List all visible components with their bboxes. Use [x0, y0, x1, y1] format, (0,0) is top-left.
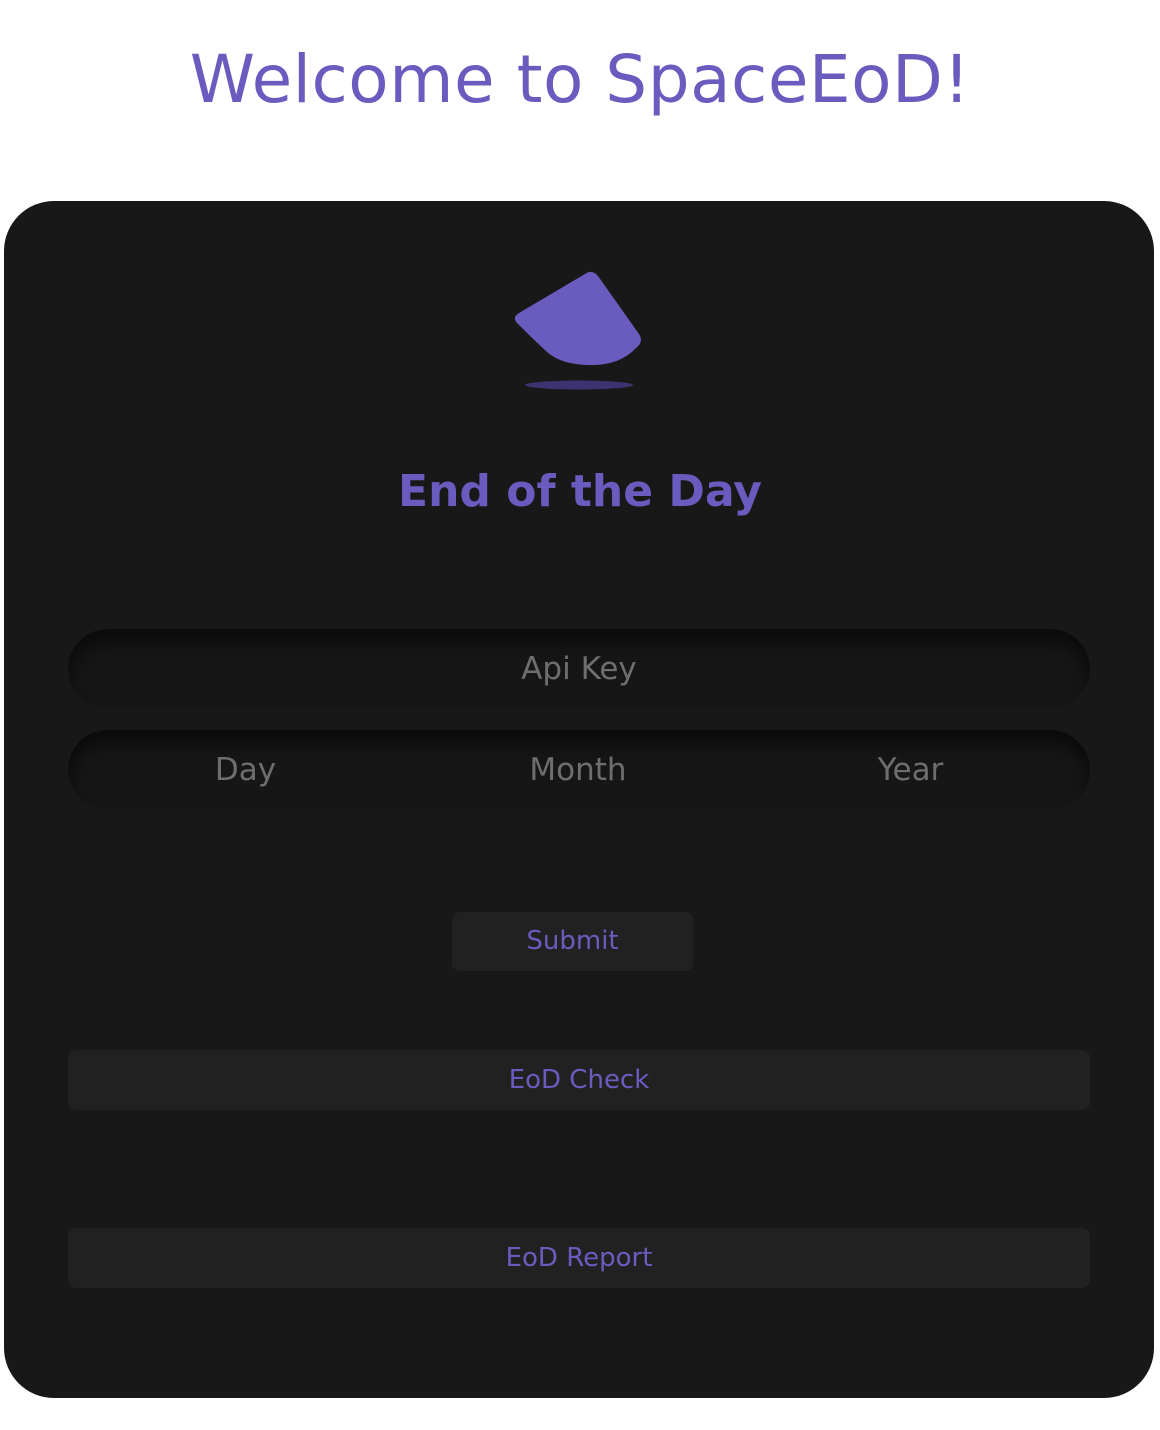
- day-input[interactable]: [78, 730, 413, 810]
- box-logo-icon: [514, 271, 641, 390]
- page-title: Welcome to SpaceEoD!: [189, 41, 971, 118]
- api-key-field: [68, 629, 1090, 709]
- year-part: [743, 730, 1078, 810]
- month-input[interactable]: [413, 730, 743, 810]
- month-part: [413, 730, 743, 810]
- year-input[interactable]: [743, 730, 1078, 810]
- submit-button[interactable]: Submit: [452, 912, 693, 971]
- date-field: [68, 730, 1090, 810]
- eod-report-button[interactable]: EoD Report: [68, 1228, 1090, 1288]
- api-key-input[interactable]: [68, 629, 1090, 709]
- day-part: [78, 730, 413, 810]
- card-title: End of the Day: [398, 466, 762, 517]
- eod-check-button[interactable]: EoD Check: [68, 1050, 1090, 1110]
